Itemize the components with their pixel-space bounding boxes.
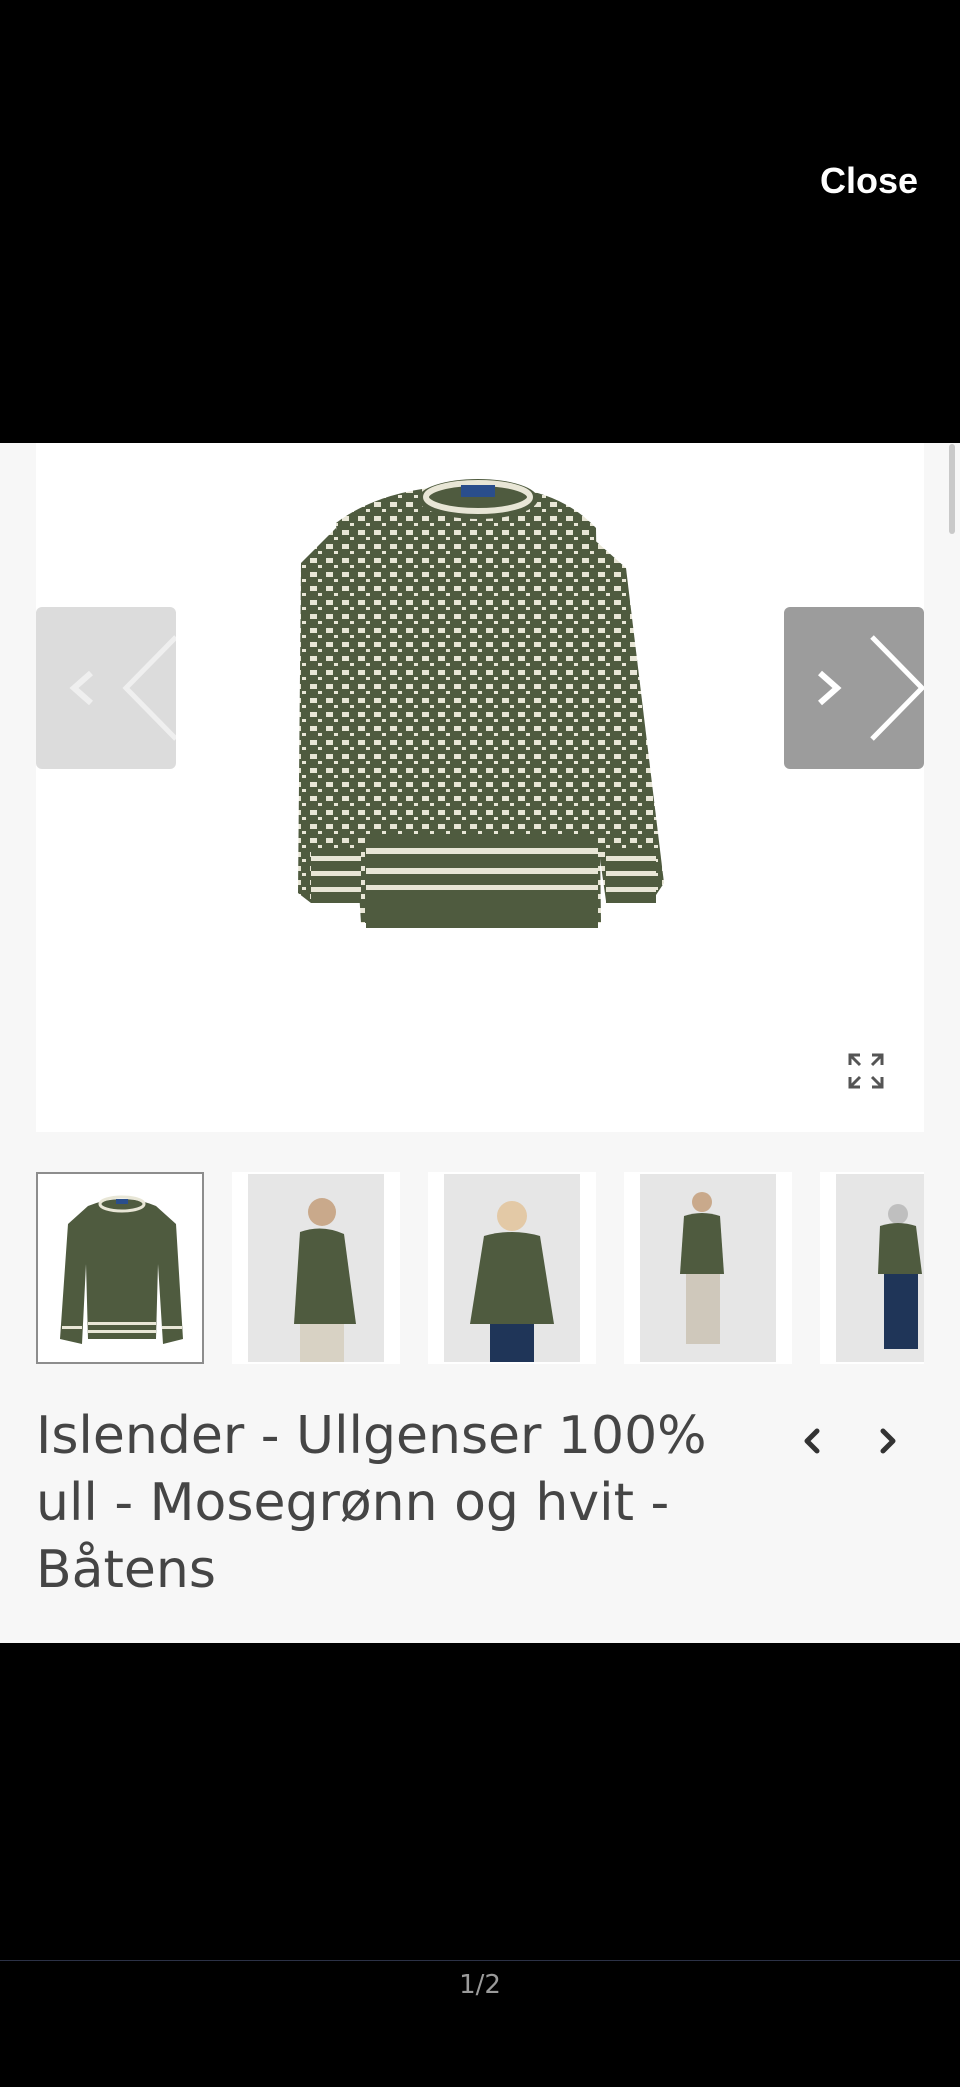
previous-image-button[interactable] <box>36 607 176 769</box>
person-thumbnail <box>294 1198 356 1362</box>
title-previous-icon[interactable] <box>792 1421 832 1461</box>
sweater-thumbnail <box>38 1174 202 1362</box>
person-thumbnail <box>878 1204 922 1349</box>
close-button[interactable]: Close <box>820 160 918 202</box>
next-image-button[interactable] <box>784 607 924 769</box>
photo-background <box>248 1174 384 1362</box>
product-title: Islender - Ullgenser 100% ull - Mosegrøn… <box>36 1406 707 1600</box>
thumbnail-strip <box>36 1172 924 1368</box>
main-product-image[interactable] <box>36 443 924 1132</box>
chevron-right-icon <box>818 635 924 741</box>
thumbnail-man-side[interactable] <box>232 1172 400 1364</box>
photo-background <box>444 1174 580 1362</box>
thumbnail-man-back[interactable] <box>820 1172 924 1364</box>
thumbnail-man-full[interactable] <box>624 1172 792 1364</box>
thumbnail-sweater-front[interactable] <box>36 1172 204 1364</box>
bottom-divider <box>0 1960 960 1961</box>
person-thumbnail <box>680 1192 724 1344</box>
photo-background <box>640 1174 776 1362</box>
title-next-icon[interactable] <box>868 1421 908 1461</box>
scrollbar[interactable] <box>949 444 955 534</box>
product-sheet: Islender - Ullgenser 100% ull - Mosegrøn… <box>0 443 960 1643</box>
page-indicator: 1/2 <box>459 1970 501 2000</box>
photo-background <box>836 1174 924 1362</box>
sweater-illustration <box>298 479 664 928</box>
chevron-left-icon <box>69 635 176 741</box>
thumbnail-woman-front[interactable] <box>428 1172 596 1364</box>
expand-icon[interactable] <box>846 1051 886 1091</box>
person-thumbnail <box>470 1201 554 1362</box>
